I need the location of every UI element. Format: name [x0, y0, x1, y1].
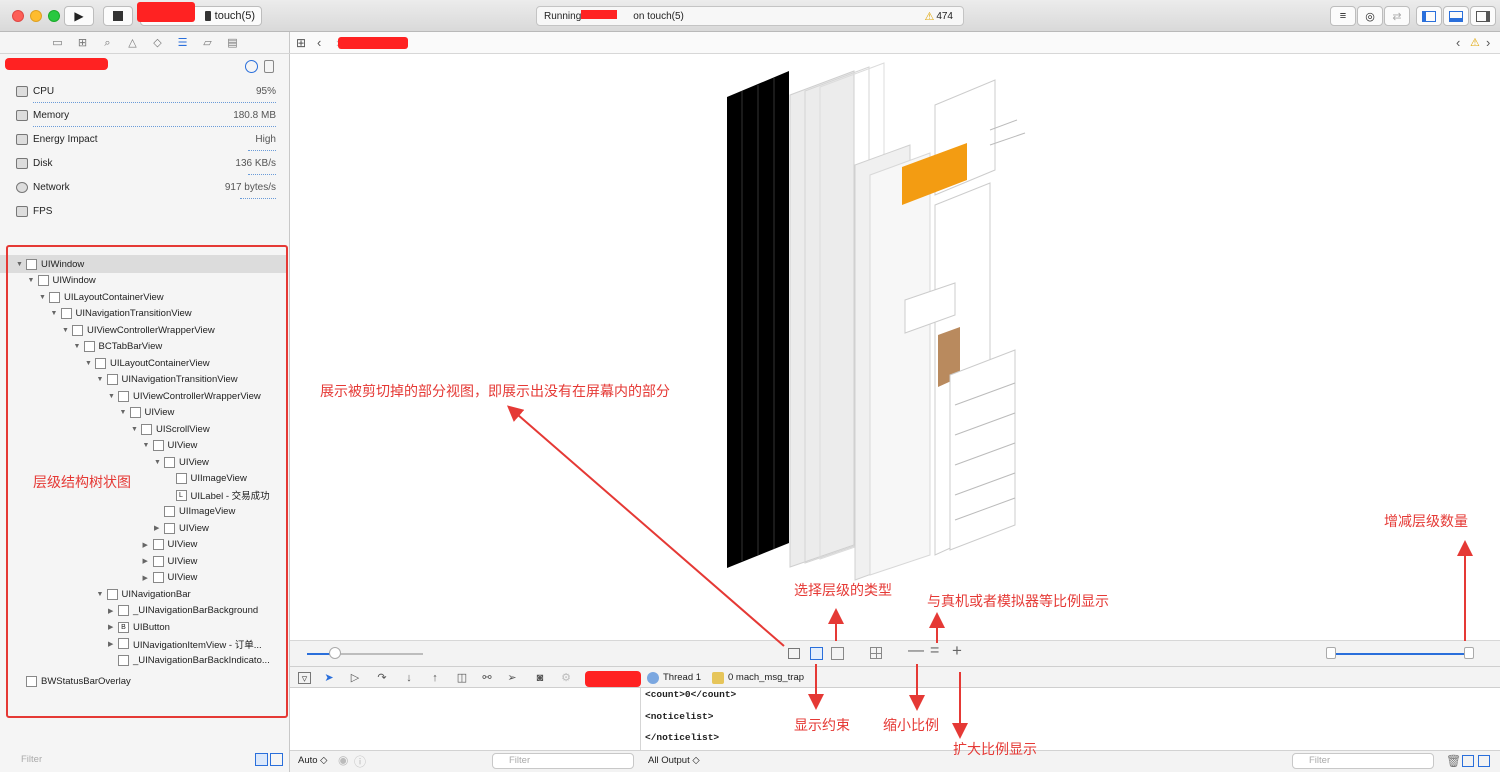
annotation-constraints: 显示约束 — [794, 717, 850, 733]
annotation-actual-size: 与真机或者模拟器等比例显示 — [927, 593, 1109, 609]
annotation-layer-type: 选择层级的类型 — [794, 582, 892, 598]
annotation-arrows — [506, 405, 1473, 739]
annotation-clipped: 展示被剪切掉的部分视图，即展示出没有在屏幕内的部分 — [320, 383, 670, 399]
annotation-zoom-in: 扩大比例显示 — [953, 741, 1037, 757]
arrow-clipped — [506, 405, 785, 647]
annotation-layer-count: 增减层级数量 — [1384, 513, 1468, 529]
annotation-tree: 层级结构树状图 — [33, 474, 131, 490]
annotation-zoom-out: 缩小比例 — [883, 717, 939, 733]
